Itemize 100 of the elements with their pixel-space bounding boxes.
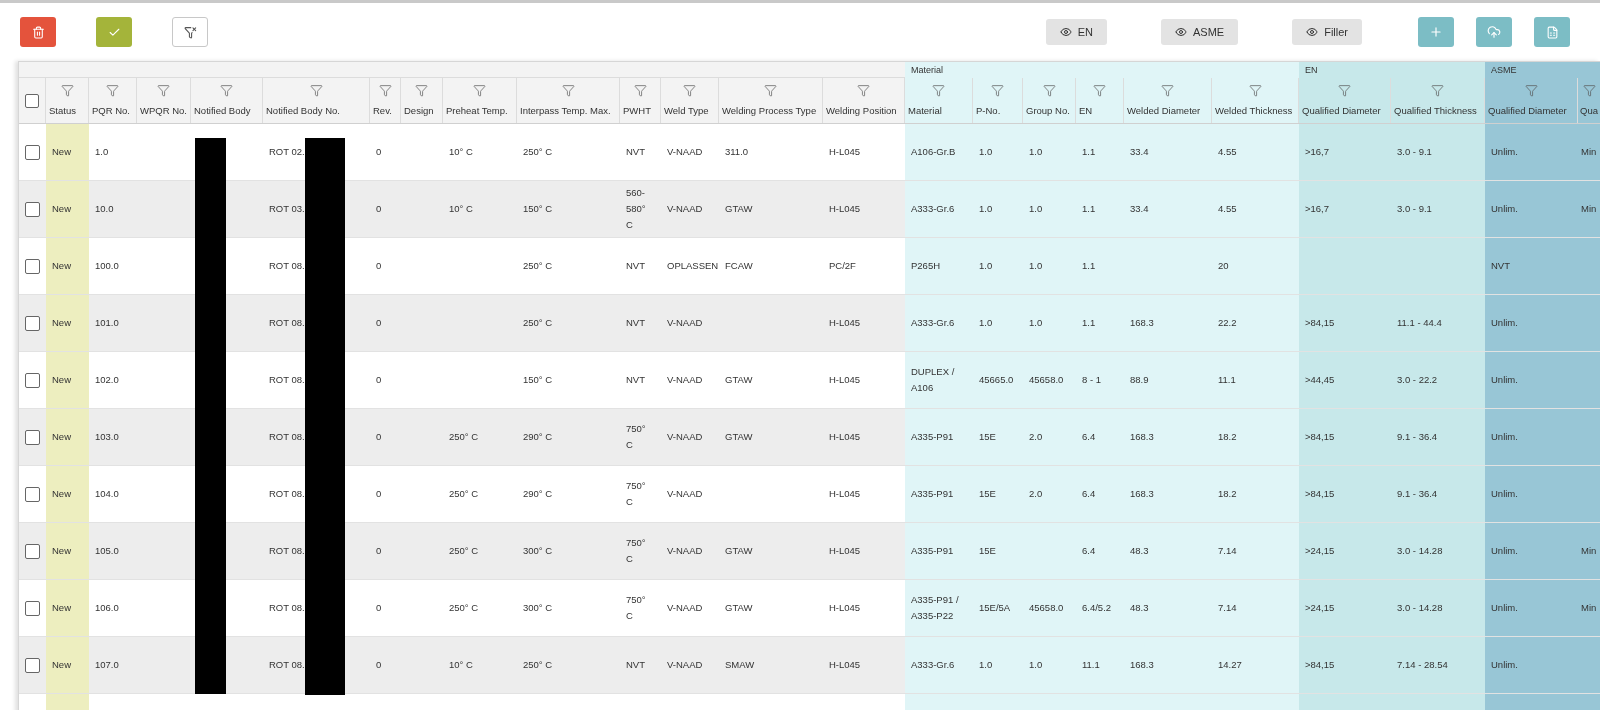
table-cell: 168.3 — [1124, 295, 1212, 351]
table-cell: A106-Gr.B — [905, 124, 973, 180]
row-checkbox[interactable] — [25, 486, 40, 502]
filter-icon[interactable] — [1248, 84, 1262, 97]
filter-icon[interactable] — [309, 84, 323, 97]
table-cell: Unlim. — [1485, 580, 1578, 636]
view-toggle-button[interactable]: EN — [1045, 19, 1107, 45]
table-cell: 1.0 — [1023, 637, 1076, 693]
table-cell: 150° C — [517, 181, 620, 237]
row-checkbox[interactable] — [25, 543, 40, 559]
status-cell: New — [46, 523, 89, 579]
column-header[interactable]: PWHT — [620, 78, 661, 123]
eye-icon — [1059, 26, 1072, 38]
column-header-label: P-No. — [976, 105, 1002, 117]
table-cell: Min — [1578, 181, 1600, 237]
add-button[interactable] — [1418, 17, 1454, 47]
column-header-label: Rev. — [373, 105, 393, 117]
column-header[interactable]: Weld Type — [661, 78, 719, 123]
view-toggle-button[interactable]: Filler — [1292, 19, 1362, 45]
filter-icon[interactable] — [60, 84, 74, 97]
filter-icon[interactable] — [378, 84, 392, 97]
filter-icon[interactable] — [157, 84, 170, 97]
table-cell: 33.4 — [1124, 181, 1212, 237]
select-all-checkbox[interactable] — [25, 93, 39, 108]
column-header[interactable]: Interpass Temp. Max. — [517, 78, 620, 123]
filter-icon[interactable] — [633, 84, 647, 97]
row-checkbox[interactable] — [25, 201, 40, 217]
filter-icon[interactable] — [1431, 84, 1444, 97]
column-header-label: Welding Process Type — [722, 105, 818, 117]
column-header[interactable]: PQR No. — [89, 78, 137, 123]
row-checkbox[interactable] — [25, 258, 40, 274]
filter-icon[interactable] — [1524, 84, 1538, 97]
column-header[interactable]: WPQR No. — [137, 78, 191, 123]
table-cell: 250° C — [443, 523, 517, 579]
column-header[interactable]: P-No. — [973, 78, 1023, 123]
export-button[interactable] — [1534, 17, 1570, 47]
table-cell: A335-P91 — [905, 523, 973, 579]
filter-icon[interactable] — [561, 84, 575, 97]
table-cell: 22.2 — [1212, 295, 1299, 351]
plus-icon — [1429, 25, 1443, 39]
status-cell: New — [46, 352, 89, 408]
filter-icon[interactable] — [857, 84, 870, 97]
table-cell — [1578, 409, 1600, 465]
delete-button[interactable] — [20, 17, 56, 47]
filter-icon[interactable] — [991, 84, 1004, 97]
filter-icon[interactable] — [106, 84, 119, 97]
table-cell: DUPLEX / A106 — [905, 352, 973, 408]
table-cell: 14.27 — [1212, 637, 1299, 693]
column-header[interactable]: Qua — [1578, 78, 1600, 123]
row-checkbox[interactable] — [25, 429, 40, 445]
table-cell: 300° C — [517, 523, 620, 579]
file-icon — [1545, 25, 1559, 39]
column-header[interactable]: EN — [1076, 78, 1124, 123]
upload-button[interactable] — [1476, 17, 1512, 47]
column-header[interactable]: Preheat Temp. — [443, 78, 517, 123]
column-header[interactable]: Welding Process Type — [719, 78, 823, 123]
row-checkbox[interactable] — [25, 657, 40, 673]
table-cell: Unlim. — [1485, 523, 1578, 579]
filter-icon[interactable] — [1093, 84, 1106, 97]
table-cell: 3.0 - 9.1 — [1391, 124, 1485, 180]
table-cell — [1578, 352, 1600, 408]
column-header[interactable]: Notified Body — [191, 78, 263, 123]
filter-icon[interactable] — [932, 84, 945, 97]
filter-icon[interactable] — [1042, 84, 1056, 97]
filter-icon[interactable] — [764, 84, 777, 97]
column-header[interactable]: Group No. — [1023, 78, 1076, 123]
table-cell: 4.55 — [1212, 124, 1299, 180]
column-header[interactable]: Notified Body No. — [263, 78, 370, 123]
row-checkbox[interactable] — [25, 144, 40, 160]
filter-icon[interactable] — [415, 84, 428, 97]
column-header[interactable]: Status — [46, 78, 89, 123]
column-header[interactable]: Welded Diameter — [1124, 78, 1212, 123]
filter-icon[interactable] — [683, 84, 696, 97]
column-header[interactable]: Welding Position — [823, 78, 905, 123]
table-cell: Min — [1578, 124, 1600, 180]
table-cell: SMAW — [719, 637, 823, 693]
column-header[interactable]: Qualified Diameter — [1299, 78, 1391, 123]
column-header[interactable]: Rev. — [370, 78, 401, 123]
row-checkbox[interactable] — [25, 315, 40, 331]
view-toggle-button[interactable]: ASME — [1160, 19, 1239, 45]
table-cell: 15E — [973, 466, 1023, 522]
table-cell: 250° C — [517, 295, 620, 351]
column-header[interactable]: Welded Thickness — [1212, 78, 1299, 123]
table-cell: 101.0 — [89, 295, 137, 351]
table-cell: >84,15 — [1299, 409, 1391, 465]
clear-filter-button[interactable] — [172, 17, 208, 47]
filter-icon[interactable] — [220, 84, 233, 97]
column-header[interactable]: Qualified Thickness — [1391, 78, 1485, 123]
filter-icon[interactable] — [473, 84, 486, 97]
filter-icon[interactable] — [1338, 84, 1351, 97]
row-checkbox[interactable] — [25, 600, 40, 616]
column-header[interactable]: Material — [905, 78, 973, 123]
column-header[interactable]: Qualified Diameter — [1485, 78, 1578, 123]
table-cell: GTAW — [719, 181, 823, 237]
column-header[interactable]: Design — [401, 78, 443, 123]
filter-icon[interactable] — [1161, 84, 1174, 97]
table-cell: 103.0 — [89, 409, 137, 465]
filter-icon[interactable] — [1582, 84, 1596, 97]
trash-icon — [31, 25, 45, 39]
row-checkbox[interactable] — [25, 372, 40, 388]
